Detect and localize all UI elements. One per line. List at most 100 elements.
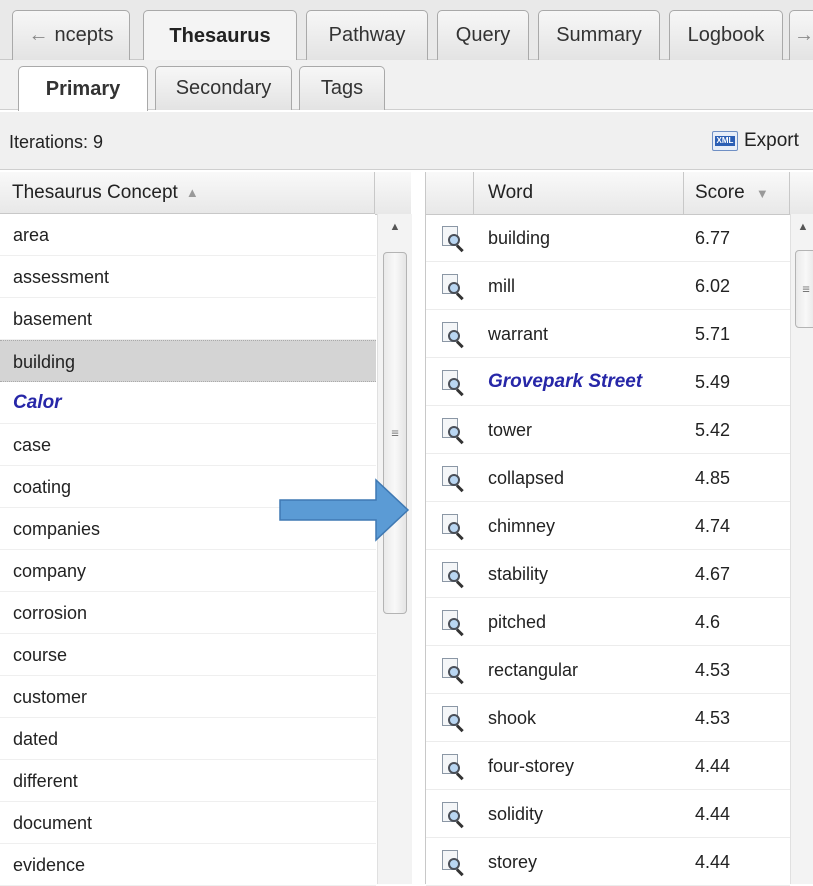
handle-shape: [455, 436, 464, 445]
column-header-thesaurus-concept[interactable]: Thesaurus Concept ▲: [0, 172, 375, 214]
grip-icon: ≡: [802, 281, 810, 297]
table-row[interactable]: chimney 4.74: [426, 502, 790, 550]
list-item[interactable]: evidence: [0, 844, 376, 886]
table-row[interactable]: four-storey 4.44: [426, 742, 790, 790]
word-cell: storey: [488, 852, 538, 872]
magnifier-document-icon[interactable]: [442, 418, 464, 445]
table-row[interactable]: collapsed 4.85: [426, 454, 790, 502]
tab-logbook[interactable]: Logbook: [669, 10, 783, 60]
tab-secondary[interactable]: Secondary: [155, 66, 292, 110]
row-icon-cell[interactable]: [426, 406, 474, 454]
table-row[interactable]: stability 4.67: [426, 550, 790, 598]
magnifier-document-icon[interactable]: [442, 562, 464, 589]
xml-file-icon: [712, 131, 738, 151]
handle-shape: [455, 388, 464, 397]
tab-tags[interactable]: Tags: [299, 66, 385, 110]
row-icon-cell[interactable]: [426, 214, 474, 262]
handle-shape: [455, 628, 464, 637]
list-item[interactable]: customer: [0, 676, 376, 718]
vertical-scrollbar[interactable]: ▲ ≡: [790, 214, 813, 884]
tab-concepts[interactable]: ← ncepts: [12, 10, 130, 60]
vertical-scrollbar[interactable]: ▲ ≡: [377, 214, 412, 884]
tab-summary[interactable]: Summary: [538, 10, 660, 60]
score-cell: 4.44: [695, 852, 731, 872]
magnifier-document-icon[interactable]: [442, 754, 464, 781]
list-item[interactable]: company: [0, 550, 376, 592]
magnifier-document-icon[interactable]: [442, 322, 464, 349]
row-icon-cell[interactable]: [426, 694, 474, 742]
score-cell: 4.44: [695, 756, 731, 776]
list-item[interactable]: area: [0, 214, 376, 256]
tab-label: Query: [455, 24, 511, 46]
magnifier-document-icon[interactable]: [442, 274, 464, 301]
row-icon-cell[interactable]: [426, 790, 474, 838]
handle-shape: [455, 724, 464, 733]
score-cell: 4.44: [695, 804, 731, 824]
tab-label: Pathway: [328, 24, 406, 46]
row-icon-cell[interactable]: [426, 358, 474, 406]
table-row[interactable]: shook 4.53: [426, 694, 790, 742]
handle-shape: [455, 532, 464, 541]
arrow-right-icon[interactable]: →: [794, 24, 813, 47]
word-grid-header: Word Score ▼: [426, 172, 813, 215]
score-cell: 4.6: [695, 612, 721, 632]
export-button[interactable]: Export: [712, 126, 799, 156]
score-cell: 4.53: [695, 660, 731, 680]
tab-primary[interactable]: Primary: [18, 66, 148, 111]
scroll-up-arrow-icon[interactable]: ▲: [791, 214, 813, 240]
column-header-score[interactable]: Score ▼: [684, 172, 790, 214]
word-cell: tower: [488, 420, 533, 440]
row-icon-cell[interactable]: [426, 550, 474, 598]
word-cell: shook: [488, 708, 537, 728]
row-icon-cell[interactable]: [426, 502, 474, 550]
row-icon-cell[interactable]: [426, 454, 474, 502]
magnifier-document-icon[interactable]: [442, 850, 464, 877]
arrow-left-icon[interactable]: ←: [29, 24, 49, 47]
table-row[interactable]: storey 4.44: [426, 838, 790, 886]
scrollbar-thumb[interactable]: ≡: [795, 250, 813, 328]
list-item[interactable]: assessment: [0, 256, 376, 298]
row-icon-cell[interactable]: [426, 310, 474, 358]
row-icon-cell[interactable]: [426, 598, 474, 646]
row-icon-cell[interactable]: [426, 646, 474, 694]
scrollbar-thumb[interactable]: ≡: [383, 252, 407, 614]
table-row[interactable]: warrant 5.71: [426, 310, 790, 358]
table-row[interactable]: tower 5.42: [426, 406, 790, 454]
magnifier-document-icon[interactable]: [442, 706, 464, 733]
list-item[interactable]: dated: [0, 718, 376, 760]
list-item[interactable]: basement: [0, 298, 376, 340]
magnifier-document-icon[interactable]: [442, 658, 464, 685]
magnifier-document-icon[interactable]: [442, 802, 464, 829]
export-label: Export: [744, 130, 799, 151]
table-row[interactable]: mill 6.02: [426, 262, 790, 310]
table-row[interactable]: building 6.77: [426, 214, 790, 262]
tab-scroll-right[interactable]: →: [789, 10, 813, 60]
magnifier-document-icon[interactable]: [442, 226, 464, 253]
scroll-up-arrow-icon[interactable]: ▲: [378, 214, 412, 240]
row-icon-cell[interactable]: [426, 742, 474, 790]
magnifier-document-icon[interactable]: [442, 370, 464, 397]
list-item[interactable]: different: [0, 760, 376, 802]
tab-thesaurus[interactable]: Thesaurus: [143, 10, 297, 61]
list-item[interactable]: case: [0, 424, 376, 466]
table-row[interactable]: pitched 4.6: [426, 598, 790, 646]
magnifier-document-icon[interactable]: [442, 610, 464, 637]
word-score-grid: Word Score ▼ building 6.77 mill 6.02 warrant…: [425, 172, 813, 886]
sort-descending-icon: ▼: [755, 186, 769, 201]
row-icon-cell[interactable]: [426, 838, 474, 886]
list-item[interactable]: document: [0, 802, 376, 844]
grip-icon: ≡: [391, 425, 399, 441]
tab-query[interactable]: Query: [437, 10, 529, 60]
column-header-word[interactable]: Word: [474, 172, 684, 214]
magnifier-document-icon[interactable]: [442, 466, 464, 493]
table-row[interactable]: rectangular 4.53: [426, 646, 790, 694]
magnifier-document-icon[interactable]: [442, 514, 464, 541]
list-item[interactable]: Calor: [0, 382, 376, 424]
list-item[interactable]: course: [0, 634, 376, 676]
table-row[interactable]: solidity 4.44: [426, 790, 790, 838]
list-item[interactable]: corrosion: [0, 592, 376, 634]
table-row[interactable]: Grovepark Street 5.49: [426, 358, 790, 406]
row-icon-cell[interactable]: [426, 262, 474, 310]
list-item[interactable]: building: [0, 340, 376, 382]
tab-pathway[interactable]: Pathway: [306, 10, 428, 60]
